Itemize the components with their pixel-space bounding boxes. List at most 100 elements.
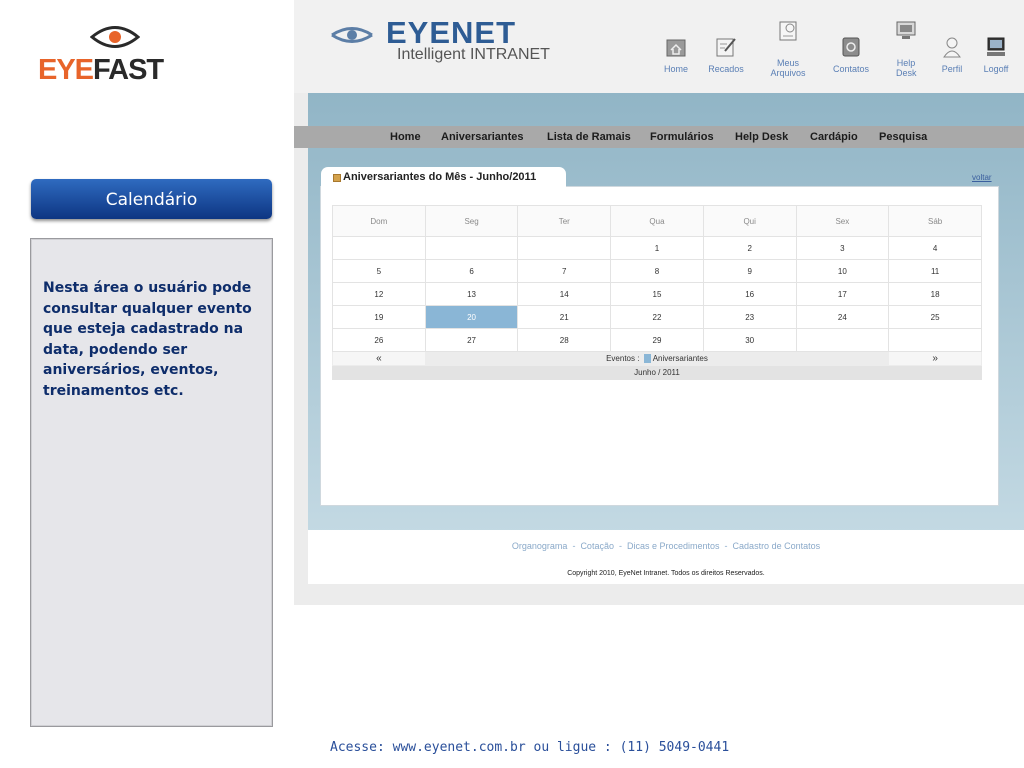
legend-swatch: [643, 354, 651, 364]
computer-icon: [987, 37, 1005, 56]
description-text: Nesta área o usuário pode consultar qual…: [43, 280, 252, 399]
calendar-day[interactable]: 11: [888, 259, 982, 283]
toolbar-recados[interactable]: Recados: [696, 36, 756, 74]
calendar-day[interactable]: 6: [424, 259, 519, 283]
calendar-day[interactable]: [888, 328, 982, 352]
calendar-day[interactable]: 24: [795, 305, 890, 329]
contacts-icon: [842, 37, 860, 57]
legend-prefix: Eventos :: [606, 353, 640, 363]
calendar-nav-row: « Eventos : Aniversariantes »: [332, 351, 982, 366]
footer-separator: -: [616, 541, 627, 551]
footer-link-cotacao[interactable]: Cotação: [580, 541, 614, 551]
toolbar-contatos[interactable]: Contatos: [821, 36, 881, 74]
calendar-day[interactable]: 5: [332, 259, 426, 283]
calendar-day[interactable]: 17: [795, 282, 890, 306]
panel-tab: Aniversariantes do Mês - Junho/2011: [321, 167, 566, 187]
user-icon: [943, 37, 961, 58]
top-bar: EYENET Intelligent INTRANET Home Recados…: [294, 0, 1024, 93]
nav-home[interactable]: Home: [390, 126, 421, 148]
calendar-day[interactable]: 22: [610, 305, 704, 329]
calendar-day-highlighted[interactable]: 20: [424, 305, 519, 329]
calendar-week-row: 26 27 28 29 30: [332, 328, 982, 352]
weekday-header-row: Dom Seg Ter Qua Qui Sex Sáb: [332, 205, 982, 237]
nav-lista-de-ramais[interactable]: Lista de Ramais: [547, 126, 631, 148]
month-label-row: Junho / 2011: [332, 365, 982, 380]
calendar-day[interactable]: 13: [424, 282, 519, 306]
calendar-day[interactable]: 23: [702, 305, 797, 329]
calendar-day[interactable]: 1: [610, 236, 704, 260]
gift-icon: [333, 174, 341, 182]
notepad-icon: [716, 38, 736, 57]
calendar-week-row: 1 2 3 4: [332, 236, 982, 260]
nav-cardapio[interactable]: Cardápio: [810, 126, 858, 148]
calendar-day[interactable]: 19: [332, 305, 426, 329]
logo-text-fast: FAST: [93, 54, 164, 86]
calendar-day[interactable]: 26: [332, 328, 426, 352]
toolbar-meus-arquivos[interactable]: Meus Arquivos: [758, 20, 818, 78]
calendar-week-row: 12 13 14 15 16 17 18: [332, 282, 982, 306]
copyright: Copyright 2010, EyeNet Intranet. Todos o…: [567, 570, 765, 577]
nav-help-desk[interactable]: Help Desk: [735, 126, 788, 148]
calendar-day[interactable]: 25: [888, 305, 982, 329]
back-link[interactable]: voltar: [972, 173, 992, 182]
page-footer: Organograma - Cotação - Dicas e Procedim…: [308, 530, 1024, 584]
panel-title: Aniversariantes do Mês - Junho/2011: [343, 171, 537, 183]
home-icon: [666, 39, 686, 57]
footer-link-organograma[interactable]: Organograma: [512, 541, 568, 551]
toolbar-label: Logoff: [983, 64, 1009, 74]
calendar-day[interactable]: 9: [702, 259, 797, 283]
calendar-week-row: 19 20 21 22 23 24 25: [332, 305, 982, 329]
nav-formularios[interactable]: Formulários: [650, 126, 714, 148]
contact-footer: Acesse: www.eyenet.com.br ou ligue : (11…: [330, 740, 730, 755]
footer-link-cadastro[interactable]: Cadastro de Contatos: [733, 541, 821, 551]
next-month-button[interactable]: »: [888, 351, 982, 366]
calendar-day[interactable]: 29: [610, 328, 704, 352]
calendar-day[interactable]: 18: [888, 282, 982, 306]
eyefast-logo: EYEFAST: [38, 24, 198, 88]
calendar-day[interactable]: 27: [424, 328, 519, 352]
footer-separator: -: [722, 541, 733, 551]
calendar-day[interactable]: 8: [610, 259, 704, 283]
toolbar-logoff[interactable]: Logoff: [966, 36, 1024, 74]
logo-text-eye: EYE: [38, 54, 94, 86]
calendar-day[interactable]: 15: [610, 282, 704, 306]
logo-wordmark: EYEFAST: [38, 54, 164, 87]
toolbar-label: Recados: [708, 64, 744, 74]
toolbar-label: Contatos: [832, 64, 870, 74]
weekday-header: Qua: [610, 205, 704, 237]
footer-links: Organograma - Cotação - Dicas e Procedim…: [308, 541, 1024, 551]
calendar-day[interactable]: [424, 236, 519, 260]
calendar-day[interactable]: 16: [702, 282, 797, 306]
calendar-day[interactable]: [332, 236, 426, 260]
calendar-day[interactable]: 2: [702, 236, 797, 260]
weekday-header: Sáb: [888, 205, 982, 237]
calendar-day[interactable]: 12: [332, 282, 426, 306]
toolbar-label: Meus Arquivos: [770, 58, 806, 78]
events-legend: Eventos : Aniversariantes: [424, 351, 890, 366]
calendar-day[interactable]: [795, 328, 890, 352]
calendar-day[interactable]: [517, 236, 612, 260]
calendar-week-row: 5 6 7 8 9 10 11: [332, 259, 982, 283]
weekday-header: Ter: [517, 205, 612, 237]
calendar-day[interactable]: 4: [888, 236, 982, 260]
calendar-day[interactable]: 10: [795, 259, 890, 283]
nav-pesquisa[interactable]: Pesquisa: [879, 126, 927, 148]
footer-link-dicas[interactable]: Dicas e Procedimentos: [627, 541, 720, 551]
calendar-day[interactable]: 30: [702, 328, 797, 352]
calendar-day[interactable]: 7: [517, 259, 612, 283]
main-nav: Home Aniversariantes Lista de Ramais For…: [294, 126, 1024, 148]
month-label: Junho / 2011: [332, 365, 982, 380]
eye-logo-icon: [90, 26, 140, 48]
calendar-day[interactable]: 3: [795, 236, 890, 260]
calendar-day[interactable]: 14: [517, 282, 612, 306]
calendar-day[interactable]: 21: [517, 305, 612, 329]
brand-subtitle: Intelligent INTRANET: [397, 46, 550, 63]
calendar-day[interactable]: 28: [517, 328, 612, 352]
footer-separator: -: [569, 541, 581, 551]
eyenet-eye-icon: [331, 27, 373, 43]
prev-month-button[interactable]: «: [332, 351, 426, 366]
nav-aniversariantes[interactable]: Aniversariantes: [441, 126, 524, 148]
weekday-header: Qui: [702, 205, 797, 237]
calendar-table: Dom Seg Ter Qua Qui Sex Sáb 1 2 3 4 5 6: [332, 205, 982, 380]
toolbar-label: Help Desk: [896, 58, 917, 78]
